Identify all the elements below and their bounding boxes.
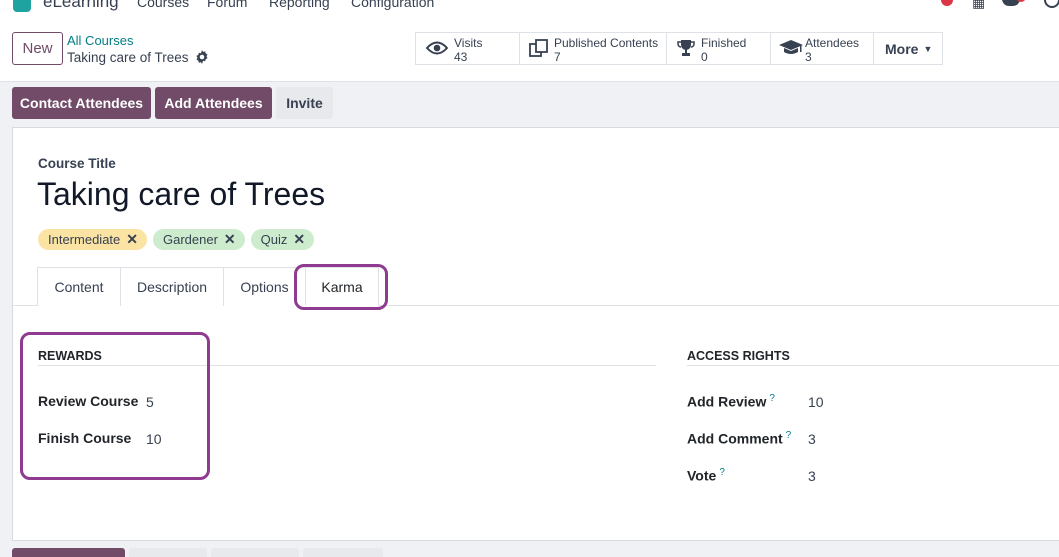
- add-attendees-button[interactable]: Add Attendees: [155, 87, 272, 119]
- stat-visits-value: 43: [454, 50, 468, 64]
- stat-visits-label: Visits: [454, 36, 483, 50]
- eye-icon: [426, 41, 448, 55]
- activity-dot-icon[interactable]: [941, 0, 953, 6]
- new-button[interactable]: New: [12, 32, 63, 65]
- add-comment-label: Add Comment?: [687, 430, 792, 447]
- course-title-label: Course Title: [38, 156, 116, 171]
- gear-icon[interactable]: [195, 50, 209, 64]
- add-review-label: Add Review?: [687, 393, 775, 410]
- more-dropdown[interactable]: More ▼: [874, 33, 942, 64]
- stat-visits[interactable]: Visits 43: [416, 33, 520, 64]
- tab-description[interactable]: Description: [120, 267, 224, 306]
- top-navbar: eLearning Courses Forum Reporting Config…: [0, 0, 1059, 20]
- apps-grid-icon[interactable]: ▦: [972, 0, 985, 11]
- breadcrumb-all-courses[interactable]: All Courses: [67, 33, 133, 48]
- activities-button[interactable]: [211, 548, 299, 557]
- karma-tab-highlight: [294, 264, 388, 310]
- tags-field[interactable]: Intermediate ✕ Gardener ✕ Quiz ✕: [38, 229, 315, 250]
- tag-gardener: Gardener ✕: [153, 229, 245, 250]
- add-comment-value[interactable]: 3: [808, 431, 816, 447]
- invite-button[interactable]: Invite: [276, 87, 333, 119]
- control-panel: New All Courses Taking care of Trees Vis…: [0, 20, 1059, 82]
- remove-tag-icon[interactable]: ✕: [224, 231, 236, 248]
- app-name[interactable]: eLearning: [43, 0, 119, 12]
- stat-finished[interactable]: Finished 0: [667, 33, 771, 64]
- remove-tag-icon[interactable]: ✕: [126, 231, 138, 248]
- menu-configuration[interactable]: Configuration: [351, 0, 434, 10]
- menu-forum[interactable]: Forum: [207, 0, 247, 10]
- stat-published-value: 7: [554, 50, 561, 64]
- help-tooltip-icon[interactable]: ?: [786, 430, 792, 441]
- stat-buttons: Visits 43 Published Contents 7 Finished …: [415, 32, 943, 65]
- stat-published-label: Published Contents: [554, 36, 659, 50]
- elearning-app-icon[interactable]: [13, 0, 31, 12]
- clock-icon[interactable]: [1044, 0, 1059, 8]
- tag-label: Gardener: [163, 232, 218, 247]
- access-rights-divider: [687, 365, 1059, 366]
- tag-intermediate: Intermediate ✕: [38, 229, 147, 250]
- menu-courses[interactable]: Courses: [137, 0, 189, 10]
- add-review-value[interactable]: 10: [808, 394, 824, 410]
- more-label: More: [885, 40, 919, 57]
- course-title-input[interactable]: Taking care of Trees: [37, 176, 325, 213]
- trophy-icon: [677, 40, 695, 56]
- vote-value[interactable]: 3: [808, 468, 816, 484]
- tag-quiz: Quiz ✕: [250, 229, 315, 250]
- stat-published-contents[interactable]: Published Contents 7: [520, 33, 667, 64]
- log-note-button[interactable]: [129, 548, 207, 557]
- caret-down-icon: ▼: [923, 43, 933, 54]
- contact-attendees-button[interactable]: Contact Attendees: [12, 87, 151, 119]
- stat-attendees[interactable]: Attendees 3: [771, 33, 874, 64]
- copy-icon: [529, 39, 548, 57]
- access-rights-section-title: ACCESS RIGHTS: [687, 349, 790, 363]
- tag-label: Quiz: [260, 232, 288, 247]
- help-tooltip-icon[interactable]: ?: [769, 393, 775, 404]
- graduation-cap-icon: [779, 40, 803, 54]
- attachments-button[interactable]: [303, 548, 383, 557]
- remove-tag-icon[interactable]: ✕: [293, 231, 305, 248]
- stat-finished-value: 0: [701, 50, 708, 64]
- stat-finished-label: Finished: [701, 36, 747, 50]
- tag-label: Intermediate: [48, 232, 121, 247]
- rewards-highlight: [20, 332, 210, 480]
- stat-attendees-label: Attendees: [805, 36, 860, 50]
- breadcrumb-current-record: Taking care of Trees: [67, 50, 189, 65]
- stat-attendees-value: 3: [805, 50, 812, 64]
- help-tooltip-icon[interactable]: ?: [719, 467, 725, 478]
- vote-label: Vote?: [687, 467, 725, 484]
- menu-reporting[interactable]: Reporting: [269, 0, 330, 10]
- tab-content[interactable]: Content: [37, 267, 121, 306]
- send-message-button[interactable]: [12, 548, 125, 557]
